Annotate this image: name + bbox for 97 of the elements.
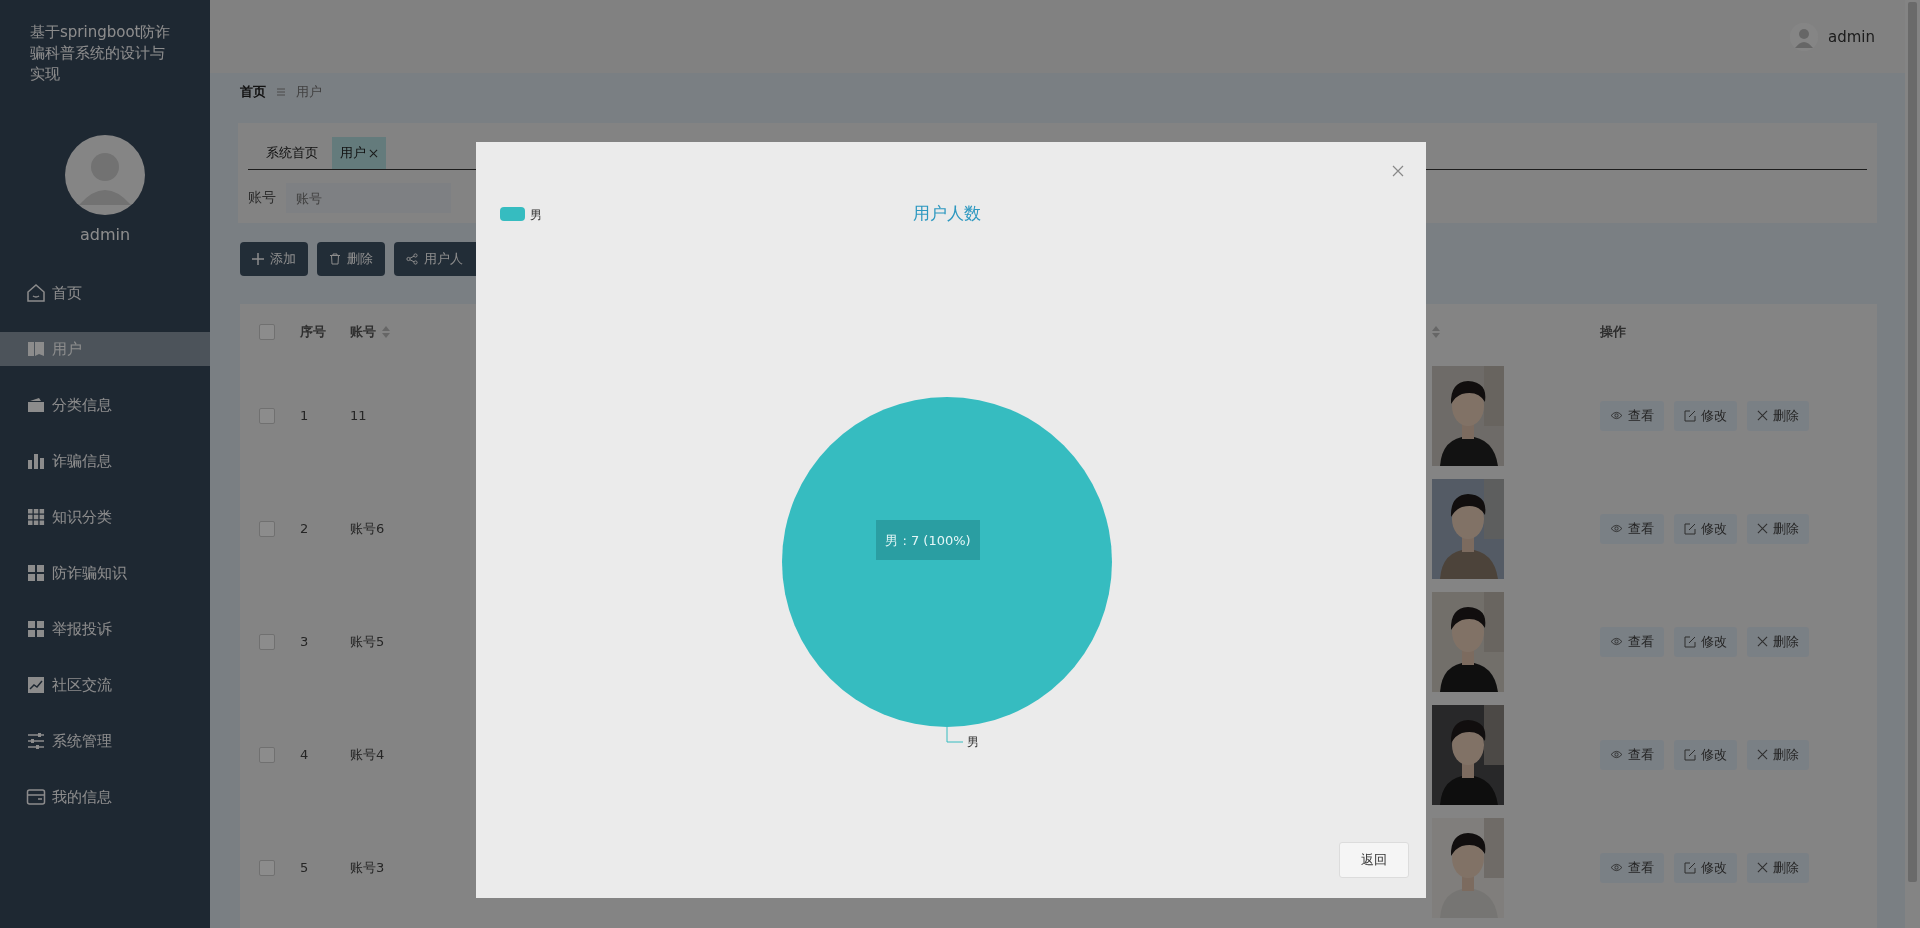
- checkbox[interactable]: [259, 746, 275, 763]
- close-icon: [1757, 862, 1768, 873]
- column-header: 操作: [1600, 322, 1626, 341]
- legend-label[interactable]: 男: [530, 208, 542, 222]
- sidebar-item[interactable]: 分类信息: [0, 388, 210, 422]
- action-button[interactable]: 查看: [1600, 400, 1664, 431]
- action-button[interactable]: 修改: [1674, 852, 1737, 883]
- table-cell: 账号3: [350, 858, 385, 877]
- home-icon: [26, 283, 46, 303]
- breadcrumb-item[interactable]: 首页: [240, 83, 266, 101]
- table-cell: 3: [300, 634, 309, 649]
- action-button[interactable]: 修改: [1674, 626, 1737, 657]
- table-cell: 5: [300, 860, 309, 875]
- app-title: 基于springboot防诈骗科普系统的设计与实现: [30, 22, 172, 85]
- sidebar-item[interactable]: 首页: [0, 276, 210, 310]
- table-cell: 1: [300, 408, 309, 423]
- close-icon[interactable]: [1392, 165, 1404, 177]
- slice-label: 男: [967, 735, 979, 749]
- sidebar-item[interactable]: 系统管理: [0, 724, 210, 758]
- trash-icon: [329, 253, 341, 265]
- close-icon: [1757, 410, 1768, 421]
- checkbox[interactable]: [259, 323, 275, 340]
- book-icon: [26, 339, 46, 359]
- edit-icon: [1684, 861, 1696, 874]
- toolbar-button[interactable]: 添加: [240, 242, 308, 276]
- eye-icon: [1610, 750, 1623, 759]
- sidebar-item[interactable]: 社区交流: [0, 668, 210, 702]
- close-icon: [1757, 749, 1768, 760]
- table-cell: 账号6: [350, 519, 385, 538]
- legend-swatch[interactable]: [500, 207, 525, 221]
- column-header: 账号: [350, 322, 376, 341]
- close-icon: [1757, 636, 1768, 647]
- chart-title: 用户人数: [913, 203, 981, 223]
- grid-icon: [26, 563, 46, 583]
- column-header: 序号: [300, 322, 326, 341]
- checkbox[interactable]: [259, 859, 275, 876]
- sidebar-item[interactable]: 举报投诉: [0, 612, 210, 646]
- table-cell: 账号5: [350, 632, 385, 651]
- sort-icon[interactable]: [1432, 325, 1440, 338]
- edit-icon: [1684, 522, 1696, 535]
- action-button[interactable]: 查看: [1600, 739, 1664, 770]
- return-button[interactable]: 返回: [1339, 842, 1409, 878]
- account-field[interactable]: 账号: [286, 183, 451, 213]
- table-cell: 账号4: [350, 745, 385, 764]
- checkbox[interactable]: [259, 520, 275, 537]
- sidebar-item[interactable]: 我的信息: [0, 780, 210, 814]
- close-icon: [1757, 523, 1768, 534]
- eye-icon: [1610, 524, 1623, 533]
- wallet-icon: [26, 395, 46, 415]
- action-button[interactable]: 查看: [1600, 513, 1664, 544]
- sidebar-item[interactable]: 诈骗信息: [0, 444, 210, 478]
- action-button[interactable]: 查看: [1600, 852, 1664, 883]
- edit-icon: [1684, 635, 1696, 648]
- sidebar-item[interactable]: 用户: [0, 332, 210, 366]
- scrollbar[interactable]: [1905, 0, 1920, 928]
- action-button[interactable]: 删除: [1747, 626, 1809, 657]
- eye-icon: [1610, 863, 1623, 872]
- action-button[interactable]: 删除: [1747, 513, 1809, 544]
- sidebar-item[interactable]: 知识分类: [0, 500, 210, 534]
- sidebar-username: admin: [79, 225, 131, 244]
- tab[interactable]: 用户: [332, 137, 386, 169]
- separator-icon: [276, 87, 286, 97]
- grid-icon: [26, 619, 46, 639]
- edit-icon: [1684, 409, 1696, 422]
- action-button[interactable]: 修改: [1674, 400, 1737, 431]
- share-icon: [406, 253, 418, 265]
- action-button[interactable]: 删除: [1747, 739, 1809, 770]
- tab[interactable]: 系统首页: [258, 137, 326, 169]
- action-button[interactable]: 修改: [1674, 513, 1737, 544]
- table-cell: 4: [300, 747, 309, 762]
- tooltip-text: 男 : 7 (100%): [885, 533, 971, 548]
- sliders-icon: [26, 731, 46, 751]
- action-button[interactable]: 删除: [1747, 400, 1809, 431]
- grid-icon: [26, 507, 46, 527]
- eye-icon: [1610, 637, 1623, 646]
- line-chart-icon: [26, 675, 46, 695]
- sidebar-item[interactable]: 防诈骗知识: [0, 556, 210, 590]
- leader-line: [946, 726, 964, 743]
- toolbar-button[interactable]: 删除: [317, 242, 385, 276]
- table-cell: 11: [350, 408, 367, 423]
- close-icon[interactable]: [369, 148, 378, 158]
- bar-chart-icon: [26, 451, 46, 471]
- username[interactable]: admin: [1828, 27, 1875, 46]
- action-button[interactable]: 修改: [1674, 739, 1737, 770]
- field-label: 账号: [248, 189, 276, 207]
- action-button[interactable]: 删除: [1747, 852, 1809, 883]
- card-icon: [26, 787, 46, 807]
- checkbox[interactable]: [259, 633, 275, 650]
- sort-icon[interactable]: [382, 325, 390, 338]
- eye-icon: [1610, 411, 1623, 420]
- breadcrumb-item: 用户: [296, 83, 322, 101]
- edit-icon: [1684, 748, 1696, 761]
- checkbox[interactable]: [259, 407, 275, 424]
- table-cell: 2: [300, 521, 309, 536]
- action-button[interactable]: 查看: [1600, 626, 1664, 657]
- plus-icon: [252, 253, 264, 265]
- pie-slice[interactable]: [782, 397, 1112, 727]
